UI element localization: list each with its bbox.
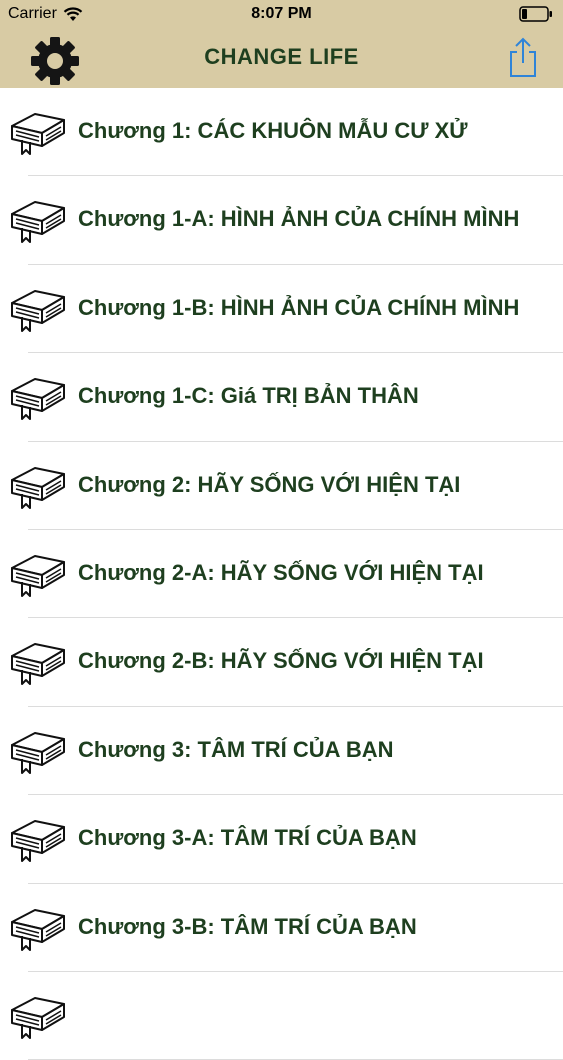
- book-icon: [8, 285, 68, 333]
- book-icon: [8, 727, 68, 775]
- chapter-label: Chương 1-C: Giá TRỊ BẢN THÂN: [78, 383, 419, 409]
- list-item[interactable]: Chương 3-B: TÂM TRÍ CỦA BẠN: [0, 884, 563, 973]
- list-item[interactable]: Chương 1: CÁC KHUÔN MẪU CƯ XỬ: [0, 88, 563, 177]
- book-icon: [8, 462, 68, 510]
- list-item[interactable]: Chương 3: TÂM TRÍ CỦA BẠN: [0, 707, 563, 796]
- book-icon: [8, 904, 68, 952]
- chapter-label: Chương 2-A: HÃY SỐNG VỚI HIỆN TẠI: [78, 559, 484, 585]
- book-icon: [8, 992, 68, 1040]
- book-icon: [8, 196, 68, 244]
- chapter-label: Chương 1-B: HÌNH ẢNH CỦA CHÍNH MÌNH: [78, 294, 520, 320]
- chapter-label: Chương 3-B: TÂM TRÍ CỦA BẠN: [78, 913, 417, 939]
- list-item[interactable]: [0, 972, 563, 1060]
- list-item[interactable]: Chương 1-A: HÌNH ẢNH CỦA CHÍNH MÌNH: [0, 176, 563, 266]
- chapter-label: Chương 1: CÁC KHUÔN MẪU CƯ XỬ: [78, 118, 468, 143]
- chapter-label: Chương 2-B: HÃY SỐNG VỚI HIỆN TẠI: [78, 648, 484, 674]
- book-icon: [8, 108, 68, 156]
- list-item[interactable]: Chương 2: HÃY SỐNG VỚI HIỆN TẠI: [0, 442, 563, 531]
- chapter-label: Chương 2: HÃY SỐNG VỚI HIỆN TẠI: [78, 471, 461, 497]
- book-icon: [8, 815, 68, 863]
- chapter-list: Chương 1: CÁC KHUÔN MẪU CƯ XỬ Chương 1-A:…: [0, 88, 563, 1060]
- battery-icon: [519, 6, 553, 22]
- book-icon: [8, 373, 68, 421]
- book-icon: [8, 638, 68, 686]
- book-icon: [8, 550, 68, 598]
- nav-bar: CHANGE LIFE: [0, 30, 563, 88]
- top-header: Carrier 8:07 PM CHANGE LIFE: [0, 0, 563, 88]
- status-time: 8:07 PM: [251, 5, 312, 22]
- list-item[interactable]: Chương 2-B: HÃY SỐNG VỚI HIỆN TẠI: [0, 618, 563, 708]
- page-title: CHANGE LIFE: [204, 44, 359, 69]
- list-item[interactable]: Chương 2-A: HÃY SỐNG VỚI HIỆN TẠI: [0, 530, 563, 619]
- list-item[interactable]: Chương 1-B: HÌNH ẢNH CỦA CHÍNH MÌNH: [0, 265, 563, 354]
- list-item[interactable]: Chương 1-C: Giá TRỊ BẢN THÂN: [0, 353, 563, 442]
- chapter-label: Chương 1-A: HÌNH ẢNH CỦA CHÍNH MÌNH: [78, 206, 520, 232]
- list-item[interactable]: Chương 3-A: TÂM TRÍ CỦA BẠN: [0, 795, 563, 884]
- share-button[interactable]: [507, 36, 539, 78]
- chapter-label: Chương 3: TÂM TRÍ CỦA BẠN: [78, 736, 394, 762]
- status-bar: Carrier 8:07 PM: [0, 0, 563, 30]
- chapter-label: Chương 3-A: TÂM TRÍ CỦA BẠN: [78, 825, 417, 851]
- share-icon: [507, 37, 539, 82]
